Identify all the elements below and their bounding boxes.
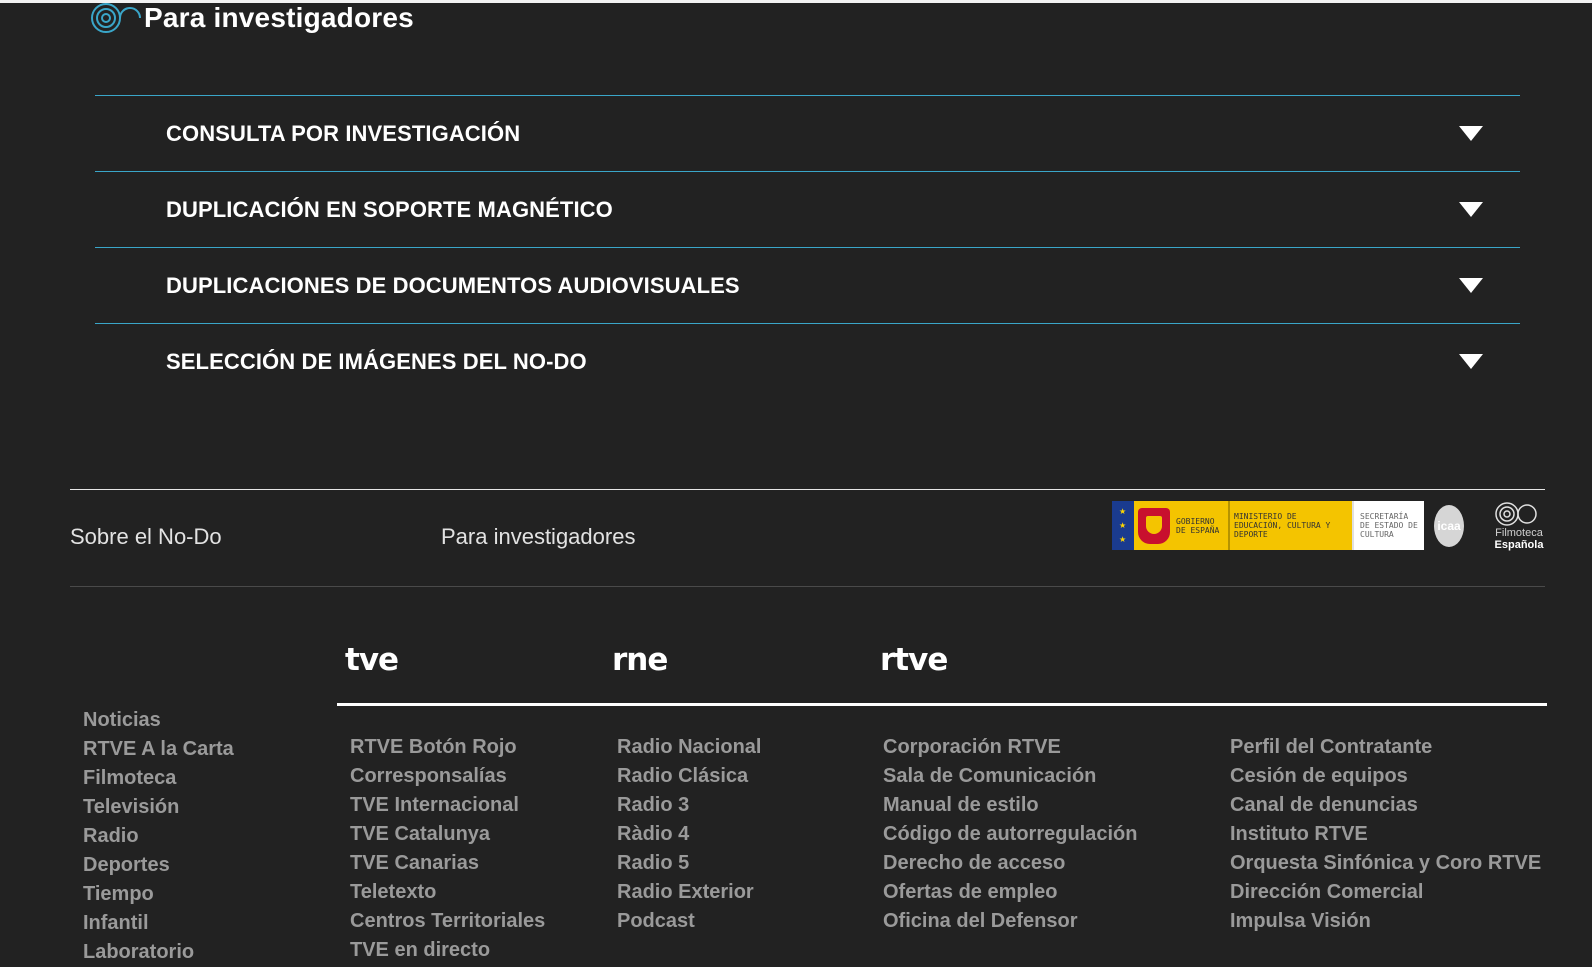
footer-link[interactable]: Corporación RTVE bbox=[883, 733, 1137, 762]
section-header: Para investigadores bbox=[90, 0, 414, 36]
footer-link-sobre[interactable]: Sobre el No-Do bbox=[70, 524, 222, 550]
section-title: Para investigadores bbox=[144, 2, 414, 33]
footer-link[interactable]: Tiempo bbox=[83, 880, 234, 909]
footer-link[interactable]: Radio Clásica bbox=[617, 762, 761, 791]
footer-link[interactable]: Radio Exterior bbox=[617, 878, 761, 907]
accordion-item-label: SELECCIÓN DE IMÁGENES DEL NO-DO bbox=[166, 348, 587, 374]
accordion: CONSULTA POR INVESTIGACIÓN DUPLICACIÓN E… bbox=[95, 95, 1520, 399]
footer-link[interactable]: Ràdio 4 bbox=[617, 820, 761, 849]
footer-column-tve: RTVE Botón Rojo Corresponsalías TVE Inte… bbox=[350, 733, 545, 965]
footer-column-otros: Perfil del Contratante Cesión de equipos… bbox=[1230, 733, 1541, 936]
footer-link[interactable]: Orquesta Sinfónica y Coro RTVE bbox=[1230, 849, 1541, 878]
footer-link[interactable]: Canal de denuncias bbox=[1230, 791, 1541, 820]
footer-link[interactable]: Deportes bbox=[83, 851, 234, 880]
spain-coat-of-arms-icon bbox=[1138, 507, 1170, 544]
brand-rtve-logo[interactable]: rtve bbox=[880, 642, 948, 678]
footer-link[interactable]: Radio 3 bbox=[617, 791, 761, 820]
footer-link[interactable]: Corresponsalías bbox=[350, 762, 545, 791]
filmoteca-swirl-icon bbox=[91, 3, 141, 33]
footer-link[interactable]: Sala de Comunicación bbox=[883, 762, 1137, 791]
footer-link[interactable]: Ofertas de empleo bbox=[883, 878, 1137, 907]
footer-link[interactable]: Cesión de equipos bbox=[1230, 762, 1541, 791]
accordion-item[interactable]: DUPLICACIONES DE DOCUMENTOS AUDIOVISUALE… bbox=[95, 247, 1520, 323]
filmoteca-line2: Española bbox=[1494, 538, 1544, 551]
filmoteca-logo[interactable]: Filmoteca Española bbox=[1492, 501, 1546, 551]
footer-link[interactable]: TVE Internacional bbox=[350, 791, 545, 820]
footer-link[interactable]: Teletexto bbox=[350, 878, 545, 907]
footer-link[interactable]: TVE Catalunya bbox=[350, 820, 545, 849]
footer-link[interactable]: Filmoteca bbox=[83, 764, 234, 793]
footer-link[interactable]: Manual de estilo bbox=[883, 791, 1137, 820]
ministerio-text: MINISTERIO DE EDUCACIÓN, CULTURA Y DEPOR… bbox=[1234, 512, 1331, 539]
footer-link[interactable]: Noticias bbox=[83, 706, 234, 735]
footer-link[interactable]: Laboratorio bbox=[83, 938, 234, 967]
footer-link[interactable]: Radio 5 bbox=[617, 849, 761, 878]
brand-rne-logo[interactable]: rne bbox=[612, 642, 668, 678]
footer-link[interactable]: TVE Canarias bbox=[350, 849, 545, 878]
accordion-item-label: CONSULTA POR INVESTIGACIÓN bbox=[166, 120, 521, 146]
brand-tve-logo[interactable]: tve bbox=[345, 642, 399, 678]
footer-column-rtve: Corporación RTVE Sala de Comunicación Ma… bbox=[883, 733, 1137, 936]
accordion-item[interactable]: DUPLICACIÓN EN SOPORTE MAGNÉTICO bbox=[95, 171, 1520, 247]
footer-link[interactable]: Impulsa Visión bbox=[1230, 907, 1541, 936]
caret-down-icon[interactable] bbox=[1459, 354, 1483, 369]
accordion-item-label: DUPLICACIONES DE DOCUMENTOS AUDIOVISUALE… bbox=[166, 272, 740, 298]
footer-link[interactable]: Centros Territoriales bbox=[350, 907, 545, 936]
footer-link[interactable]: Instituto RTVE bbox=[1230, 820, 1541, 849]
footer-link[interactable]: Radio Nacional bbox=[617, 733, 761, 762]
caret-down-icon[interactable] bbox=[1459, 126, 1483, 141]
gobierno-text: GOBIERNO DE ESPAÑA bbox=[1176, 516, 1220, 535]
institution-logos: ★ ★ ★ GOBIERNO DE ESPAÑA MINISTERIO DE EDU… bbox=[1112, 501, 1546, 551]
eu-flag-icon: ★ ★ ★ bbox=[1112, 501, 1134, 550]
footer-link[interactable]: Perfil del Contratante bbox=[1230, 733, 1541, 762]
caret-down-icon[interactable] bbox=[1459, 278, 1483, 293]
footer-link[interactable]: RTVE A la Carta bbox=[83, 735, 234, 764]
footer-link[interactable]: Derecho de acceso bbox=[883, 849, 1137, 878]
footer-column-general: Noticias RTVE A la Carta Filmoteca Telev… bbox=[83, 706, 234, 967]
footer-link[interactable]: Oficina del Defensor bbox=[883, 907, 1137, 936]
footer-link[interactable]: Televisión bbox=[83, 793, 234, 822]
brand-divider bbox=[337, 703, 1547, 706]
gobierno-logo[interactable]: ★ ★ ★ GOBIERNO DE ESPAÑA MINISTERIO DE EDU… bbox=[1112, 501, 1424, 550]
caret-down-icon[interactable] bbox=[1459, 202, 1483, 217]
footer-link[interactable]: TVE en directo bbox=[350, 936, 545, 965]
footer-link[interactable]: Podcast bbox=[617, 907, 761, 936]
footer-link[interactable]: Infantil bbox=[83, 909, 234, 938]
footer-link[interactable]: Radio bbox=[83, 822, 234, 851]
accordion-item[interactable]: CONSULTA POR INVESTIGACIÓN bbox=[95, 95, 1520, 171]
footer-link[interactable]: RTVE Botón Rojo bbox=[350, 733, 545, 762]
filmoteca-line1: Filmoteca bbox=[1495, 526, 1543, 539]
footer-divider bbox=[70, 489, 1545, 490]
footer-link-investigadores[interactable]: Para investigadores bbox=[441, 524, 635, 550]
accordion-item[interactable]: SELECCIÓN DE IMÁGENES DEL NO-DO bbox=[95, 323, 1520, 399]
accordion-item-label: DUPLICACIÓN EN SOPORTE MAGNÉTICO bbox=[166, 196, 613, 222]
filmoteca-swirl-icon bbox=[1495, 501, 1537, 526]
secretaria-text: SECRETARÍA DE ESTADO DE CULTURA bbox=[1360, 512, 1418, 539]
footer-link[interactable]: Código de autorregulación bbox=[883, 820, 1137, 849]
footer-link[interactable]: Dirección Comercial bbox=[1230, 878, 1541, 907]
footer-divider bbox=[70, 586, 1545, 587]
icaa-logo[interactable]: icaa bbox=[1434, 504, 1464, 547]
footer-column-rne: Radio Nacional Radio Clásica Radio 3 Ràd… bbox=[617, 733, 761, 936]
